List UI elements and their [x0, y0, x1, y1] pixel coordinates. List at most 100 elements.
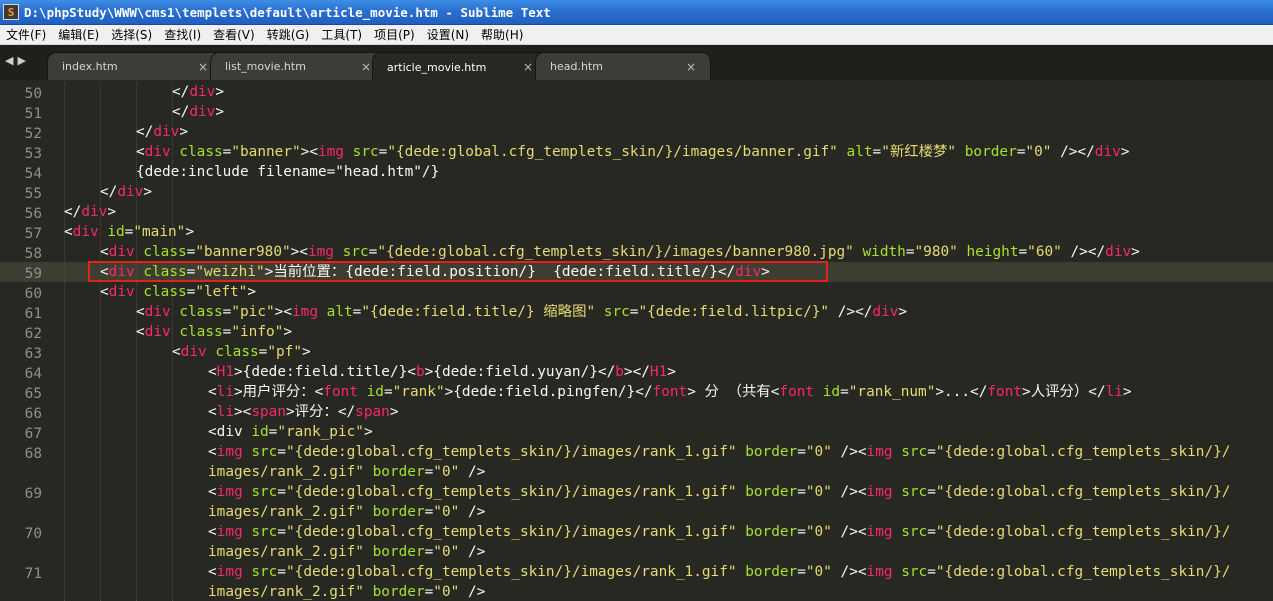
code-token: </ [64, 204, 82, 220]
code-token: < [100, 284, 109, 300]
code-line: <div class="left"> [100, 282, 256, 302]
code-token: src [901, 564, 928, 580]
code-token: div [108, 284, 135, 300]
code-token: "0" [805, 564, 832, 580]
code-line: <img src="{dede:global.cfg_templets_skin… [208, 562, 1230, 582]
menu-item[interactable]: 编辑(E) [52, 25, 105, 45]
code-token: span [251, 404, 286, 420]
menu-item[interactable]: 转跳(G) [261, 25, 316, 45]
code-token: > [1122, 384, 1132, 400]
code-token: < [136, 304, 145, 320]
code-token: >人评分）</ [1022, 384, 1106, 400]
code-token: > [363, 424, 373, 440]
code-token: = [383, 384, 393, 400]
code-token: > [389, 404, 399, 420]
code-token: img [307, 244, 334, 260]
code-token: border [745, 524, 798, 540]
code-token: div [153, 124, 180, 140]
code-token: = [424, 464, 434, 480]
tab-nav-arrows-icon[interactable]: ◀▶ [5, 54, 30, 67]
code-token: > [247, 284, 256, 300]
code-token: img [317, 144, 344, 160]
tab-0[interactable]: index.htm × [47, 52, 223, 80]
menu-item[interactable]: 查看(V) [207, 25, 261, 45]
code-token: = [424, 584, 434, 600]
code-token: H1 [649, 364, 668, 380]
code-token: li [216, 404, 234, 420]
code-token: /></ [829, 304, 873, 320]
code-token: = [1018, 244, 1028, 260]
close-icon[interactable]: × [361, 60, 371, 74]
code-token: < [208, 524, 217, 540]
menu-bar: 文件(F) 编辑(E) 选择(S) 查找(I) 查看(V) 转跳(G) 工具(T) 项目(P)… [0, 25, 1273, 45]
code-token: "0" [805, 524, 832, 540]
code-token: /></ [1051, 144, 1095, 160]
code-token: img [216, 444, 243, 460]
code-token: </ [136, 124, 154, 140]
code-token: img [866, 524, 893, 540]
code-line: <img src="{dede:global.cfg_templets_skin… [208, 442, 1230, 462]
code-token: div [144, 304, 171, 320]
close-icon[interactable]: × [198, 60, 208, 74]
menu-item[interactable]: 查找(I) [158, 25, 207, 45]
tab-2[interactable]: article_movie.htm × [372, 52, 548, 81]
code-line: <div class="banner"><img src="{dede:glob… [136, 142, 1129, 162]
code-token: > [215, 104, 224, 120]
code-editor[interactable]: 50 51 52 53 54 55 56 57 58 59 60 61 62 63 64 65 66 67 68 69… [0, 80, 1273, 601]
menu-item[interactable]: 设置(N) [421, 25, 475, 45]
code-line: {dede:include filename="head.htm"/} [136, 162, 439, 182]
code-token: "980" [914, 244, 958, 260]
tab-label: list_movie.htm [225, 60, 306, 73]
line-number: 56 [24, 206, 42, 222]
tab-1[interactable]: list_movie.htm × [210, 52, 386, 80]
code-token: src [342, 244, 369, 260]
code-token: "{dede:field.title/} 缩略图" [361, 304, 596, 320]
code-token: div [189, 84, 216, 100]
code-token: "0" [805, 484, 832, 500]
code-token: /> [459, 584, 486, 600]
line-number: 54 [24, 166, 42, 182]
code-token: div [144, 324, 171, 340]
code-line: images/rank_2.gif" border="0" /> [208, 462, 485, 482]
code-token: >...</ [935, 384, 988, 400]
line-number: 70 [24, 526, 42, 542]
code-token: = [927, 444, 936, 460]
line-number: 65 [24, 386, 42, 402]
line-number: 64 [24, 366, 42, 382]
tab-3[interactable]: head.htm × [535, 52, 711, 80]
menu-item[interactable]: 项目(P) [368, 25, 421, 45]
code-token: > [185, 224, 194, 240]
code-token: >用户评分：< [234, 384, 324, 400]
tab-label: index.htm [62, 60, 118, 73]
code-token: </ [172, 84, 190, 100]
code-token: height [966, 244, 1019, 260]
code-token: = [277, 524, 287, 540]
code-token: "{dede:global.cfg_templets_skin/}/images… [387, 144, 838, 160]
code-token: >< [290, 244, 308, 260]
code-token: b [415, 364, 425, 380]
code-token: = [872, 144, 882, 160]
menu-item[interactable]: 帮助(H) [475, 25, 529, 45]
code-token: class [143, 244, 187, 260]
close-icon[interactable]: × [523, 60, 533, 74]
code-token: = [797, 444, 806, 460]
code-token: border [372, 464, 425, 480]
menu-item[interactable]: 文件(F) [0, 25, 52, 45]
close-icon[interactable]: × [686, 60, 696, 74]
code-token: {dede:include filename="head.htm"/} [136, 164, 440, 180]
code-token: src [251, 564, 278, 580]
code-token: "pf" [267, 344, 302, 360]
code-token: < [100, 244, 109, 260]
code-token: id [822, 384, 841, 400]
code-line: <li>用户评分：<font id="rank">{dede:field.pin… [208, 382, 1132, 402]
code-token: "60" [1027, 244, 1062, 260]
menu-item[interactable]: 工具(T) [315, 25, 368, 45]
code-token: class [179, 144, 223, 160]
code-token: < [136, 144, 145, 160]
code-token: font [323, 384, 358, 400]
menu-item[interactable]: 选择(S) [105, 25, 158, 45]
